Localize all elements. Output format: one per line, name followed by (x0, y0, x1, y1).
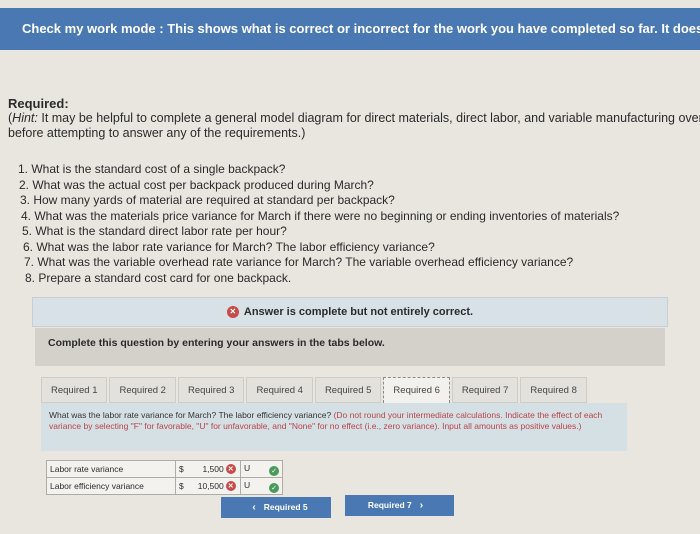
required-section: Required: (Hint: It may be helpful to co… (8, 96, 700, 141)
x-circle-icon: ✕ (226, 306, 239, 318)
table-row: Labor efficiency variance $10,500 ✕ U ✓ (46, 477, 283, 495)
next-required-button[interactable]: Required 7 › (345, 495, 454, 516)
question-prompt: What was the labor rate variance for Mar… (41, 403, 627, 451)
hint-line-2: before attempting to answer any of the r… (8, 126, 306, 140)
tab-required-6[interactable]: Required 6 (383, 377, 450, 403)
requirement-item: 1. What is the standard cost of a single… (18, 162, 286, 176)
requirement-item: 3. How many yards of material are requir… (20, 193, 395, 207)
prev-button-label: Required 5 (263, 502, 308, 512)
row-label: Labor efficiency variance (46, 477, 176, 495)
hint-line-1: (Hint: It may be helpful to complete a g… (8, 111, 700, 126)
hint-label: Hint: (12, 111, 38, 125)
requirement-item: 6. What was the labor rate variance for … (23, 239, 435, 254)
requirement-item: 4. What was the materials price variance… (21, 208, 620, 223)
incorrect-icon: ✕ (225, 481, 236, 492)
tab-required-4[interactable]: Required 4 (246, 377, 313, 403)
tab-required-7[interactable]: Required 7 (451, 377, 519, 403)
effect-value: U (244, 462, 251, 473)
tab-required-2[interactable]: Required 2 (109, 377, 176, 403)
requirement-item: 2. What was the actual cost per backpack… (19, 177, 374, 192)
amount-input[interactable]: $10,500 ✕ (175, 477, 241, 495)
tab-required-5[interactable]: Required 5 (314, 377, 382, 403)
requirement-tabs: Required 1 Required 2 Required 3 Require… (41, 377, 589, 403)
tab-required-8[interactable]: Required 8 (520, 377, 587, 403)
answer-table: Labor rate variance $1,500 ✕ U ✓ Labor eff… (46, 460, 283, 495)
correct-check-icon: ✓ (269, 482, 279, 493)
amount-value: 1,500 (202, 463, 224, 474)
row-label: Labor rate variance (46, 460, 176, 478)
effect-select[interactable]: U ✓ (240, 460, 283, 478)
answer-status-text: Answer is complete but not entirely corr… (243, 306, 474, 318)
effect-select[interactable]: U ✓ (240, 477, 283, 495)
check-my-work-banner: Check my work mode : This shows what is … (0, 8, 700, 50)
chevron-left-icon: ‹ (252, 502, 256, 513)
question-main: What was the labor rate variance for Mar… (49, 410, 334, 420)
amount-value: 10,500 (197, 480, 224, 491)
requirement-item: 7. What was the variable overhead rate v… (24, 255, 574, 269)
hint-text: It may be helpful to complete a general … (37, 111, 700, 125)
chevron-right-icon: › (419, 500, 424, 511)
requirement-item: 5. What is the standard direct labor rat… (22, 224, 287, 238)
requirement-item: 8. Prepare a standard cost card for one … (25, 270, 292, 285)
effect-value: U (244, 479, 251, 490)
answer-status-bar: ✕ Answer is complete but not entirely co… (32, 297, 668, 327)
prev-required-button[interactable]: ‹ Required 5 (221, 497, 331, 518)
correct-check-icon: ✓ (269, 465, 279, 476)
incorrect-icon: ✕ (225, 464, 236, 475)
amount-input[interactable]: $1,500 ✕ (175, 460, 241, 478)
required-heading: Required: (8, 96, 69, 111)
table-row: Labor rate variance $1,500 ✕ U ✓ (46, 460, 283, 478)
instruction-bar: Complete this question by entering your … (35, 328, 665, 366)
next-button-label: Required 7 (367, 500, 412, 510)
tab-required-1[interactable]: Required 1 (41, 377, 108, 403)
tab-required-3[interactable]: Required 3 (177, 377, 245, 403)
requirements-list: 1. What is the standard cost of a single… (18, 162, 619, 286)
